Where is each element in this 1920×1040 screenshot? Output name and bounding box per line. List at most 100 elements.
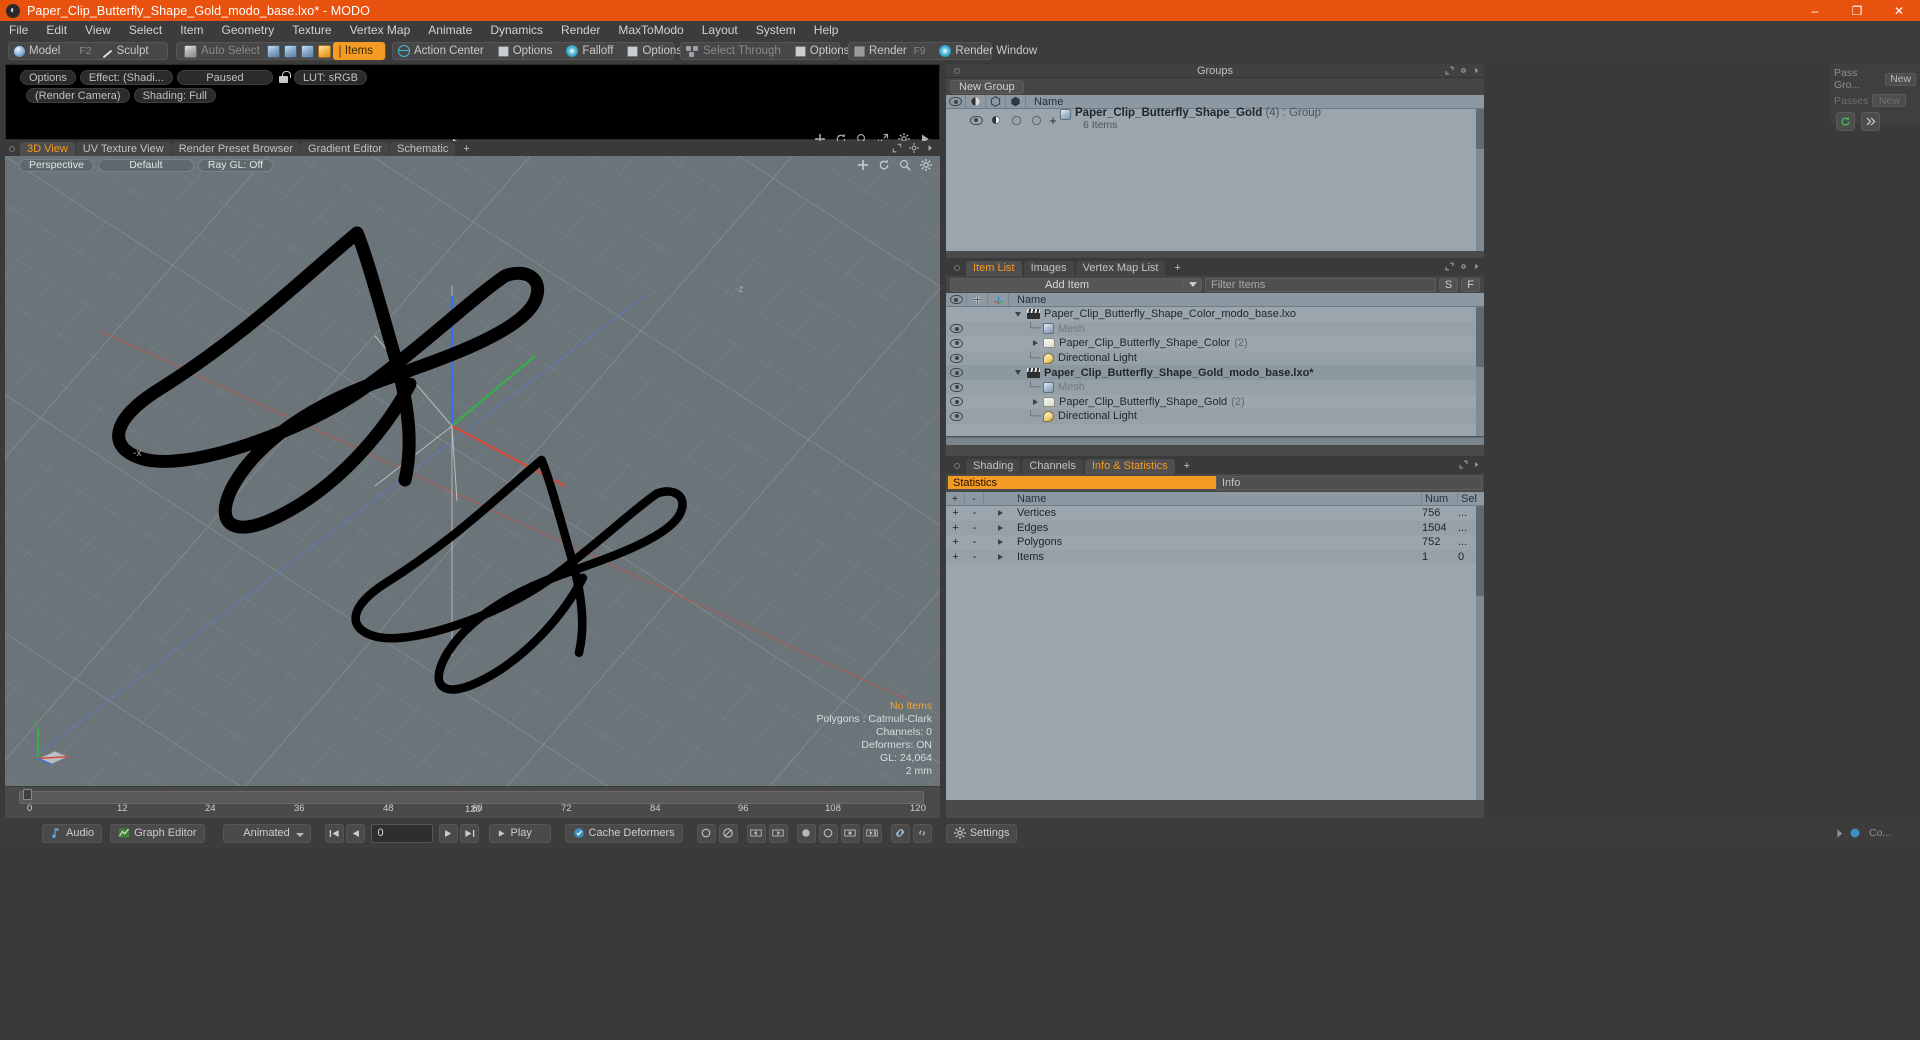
viewport-canvas[interactable]	[5, 156, 940, 786]
passes-new-button[interactable]: New	[1872, 94, 1907, 107]
skip-end-button[interactable]	[459, 823, 479, 843]
tab-render-preset-browser[interactable]: Render Preset Browser	[171, 141, 301, 156]
menu-animate[interactable]: Animate	[419, 21, 481, 40]
groups-grab-handle[interactable]	[954, 67, 960, 74]
chevron-right-icon[interactable]	[1834, 828, 1845, 839]
item-list-hscrollbar[interactable]	[946, 436, 1484, 445]
expand-icon[interactable]	[1445, 66, 1454, 75]
axis-gizmo[interactable]: y	[27, 710, 83, 766]
preview-effect-dropdown[interactable]: Effect: (Shadi...	[79, 70, 173, 85]
tab-add[interactable]: +	[1177, 459, 1197, 474]
menu-texture[interactable]: Texture	[283, 21, 340, 40]
statistics-vscroll-thumb[interactable]	[1476, 506, 1484, 596]
item-list-row[interactable]: Paper_Clip_Butterfly_Shape_Color_modo_ba…	[946, 307, 1484, 322]
eye-icon[interactable]	[950, 382, 963, 392]
item-list-row[interactable]: └─ Mesh	[946, 321, 1484, 337]
viewport-shading-dropdown[interactable]: Default	[97, 158, 194, 172]
menu-edit[interactable]: Edit	[37, 21, 76, 40]
tab-3d-view[interactable]: 3D View	[20, 141, 75, 156]
add-item-button[interactable]: Add Item	[950, 277, 1184, 292]
refresh-button[interactable]	[1836, 112, 1855, 131]
stat-remove-button[interactable]: -	[965, 507, 984, 519]
gear-icon[interactable]	[909, 143, 919, 153]
stat-add-button[interactable]: +	[946, 536, 965, 548]
chevron-right-icon[interactable]	[1473, 460, 1480, 469]
move-icon[interactable]	[857, 159, 869, 171]
wire-toggle[interactable]	[1031, 115, 1041, 125]
groups-row[interactable]: + Paper_Clip_Butterfly_Shape_Gold (4) : …	[946, 107, 1484, 131]
render-button[interactable]: Render F9	[849, 42, 930, 60]
expander-right-icon[interactable]	[1032, 340, 1038, 347]
tab-item-list[interactable]: Item List	[966, 260, 1022, 276]
key-next2-button[interactable]	[862, 823, 882, 843]
expander-right-icon[interactable]	[998, 539, 1003, 546]
tab-shading[interactable]: Shading	[966, 458, 1021, 474]
stat-remove-button[interactable]: -	[965, 522, 984, 534]
chevron-right-icon[interactable]	[1473, 66, 1480, 75]
statistics-row[interactable]: + - Polygons 752 ...	[946, 535, 1484, 550]
key-all-button[interactable]	[840, 823, 860, 843]
link-button[interactable]	[890, 823, 910, 843]
statistics-vscrollbar[interactable]	[1476, 506, 1484, 800]
statistics-row[interactable]: + - Edges 1504 ...	[946, 520, 1484, 536]
expand-icon[interactable]	[1445, 262, 1454, 271]
filter-items-input[interactable]: Filter Items	[1205, 277, 1436, 292]
expander-right-icon[interactable]	[998, 524, 1003, 531]
expander-right-icon[interactable]	[1032, 398, 1038, 405]
viewport-perspective-dropdown[interactable]: Perspective	[19, 158, 94, 172]
items-mode-button[interactable]: Items 5	[332, 42, 399, 60]
materials-mode-button[interactable]	[316, 42, 333, 60]
preview-camera-dropdown[interactable]: (Render Camera)	[26, 88, 130, 103]
stat-add-button[interactable]: +	[946, 551, 965, 563]
stat-remove-button[interactable]: -	[965, 536, 984, 548]
render-visibility-icon[interactable]	[991, 115, 1001, 125]
sculpt-mode-button[interactable]: Sculpt	[96, 42, 154, 60]
cache-icon[interactable]	[1849, 827, 1861, 839]
settings-button[interactable]: Settings	[945, 823, 1018, 843]
timeline-playhead[interactable]	[23, 789, 32, 800]
render-window-button[interactable]: Render Window	[934, 42, 1042, 60]
filter-f-button[interactable]: F	[1461, 277, 1480, 292]
eye-icon[interactable]	[969, 115, 983, 125]
tab-add[interactable]: +	[456, 142, 476, 156]
stat-add-button[interactable]: +	[946, 522, 965, 534]
skip-start-button[interactable]	[324, 823, 344, 843]
gear-icon[interactable]	[920, 159, 932, 171]
model-mode-button[interactable]: Model	[9, 42, 65, 60]
menu-maxtomodo[interactable]: MaxToModo	[609, 21, 692, 40]
tab-info-statistics[interactable]: Info & Statistics	[1084, 458, 1175, 474]
expand-icon[interactable]	[1459, 460, 1468, 469]
select-through-options-button[interactable]: Options	[790, 42, 855, 60]
vertices-mode-button[interactable]	[265, 42, 282, 60]
eye-icon[interactable]	[950, 353, 963, 363]
expander-down-icon[interactable]	[1015, 311, 1021, 317]
info-tab[interactable]: Info	[1216, 476, 1482, 490]
select-through-button[interactable]: Select Through	[681, 42, 786, 60]
groups-vscrollbar[interactable]	[1476, 109, 1484, 251]
minimize-button[interactable]: –	[1794, 0, 1836, 21]
disable-keys-button[interactable]	[718, 823, 738, 843]
item-list-hscroll-thumb[interactable]	[946, 437, 1484, 445]
viewport-raygl-toggle[interactable]: Ray GL: Off	[197, 158, 274, 172]
tab-vertex-map-list[interactable]: Vertex Map List	[1075, 260, 1166, 276]
item-list-vscroll-thumb[interactable]	[1476, 307, 1484, 367]
tab-schematic[interactable]: Schematic	[390, 141, 456, 156]
polygons-mode-button[interactable]	[299, 42, 316, 60]
groups-col-render[interactable]	[966, 95, 986, 108]
menu-select[interactable]: Select	[120, 21, 171, 40]
tab-images[interactable]: Images	[1023, 260, 1074, 276]
item-list-row[interactable]: Paper_Clip_Butterfly_Shape_Color (2)	[946, 336, 1484, 351]
expander-right-icon[interactable]	[998, 554, 1003, 561]
menu-view[interactable]: View	[76, 21, 120, 40]
tab-add[interactable]: +	[1167, 261, 1187, 276]
groups-col-eye[interactable]	[946, 95, 966, 108]
falloff-options-button[interactable]: Options	[622, 42, 687, 60]
item-list-row[interactable]: Paper_Clip_Butterfly_Shape_Gold (2)	[946, 395, 1484, 410]
menu-help[interactable]: Help	[805, 21, 848, 40]
item-list-vscrollbar[interactable]	[1476, 307, 1484, 436]
key-add-button[interactable]	[796, 823, 816, 843]
pass-groups-new-button[interactable]: New	[1885, 72, 1916, 86]
item-list-grab-handle[interactable]	[954, 265, 960, 271]
frame-field[interactable]: 0	[370, 823, 433, 843]
expander-right-icon[interactable]	[998, 510, 1003, 517]
